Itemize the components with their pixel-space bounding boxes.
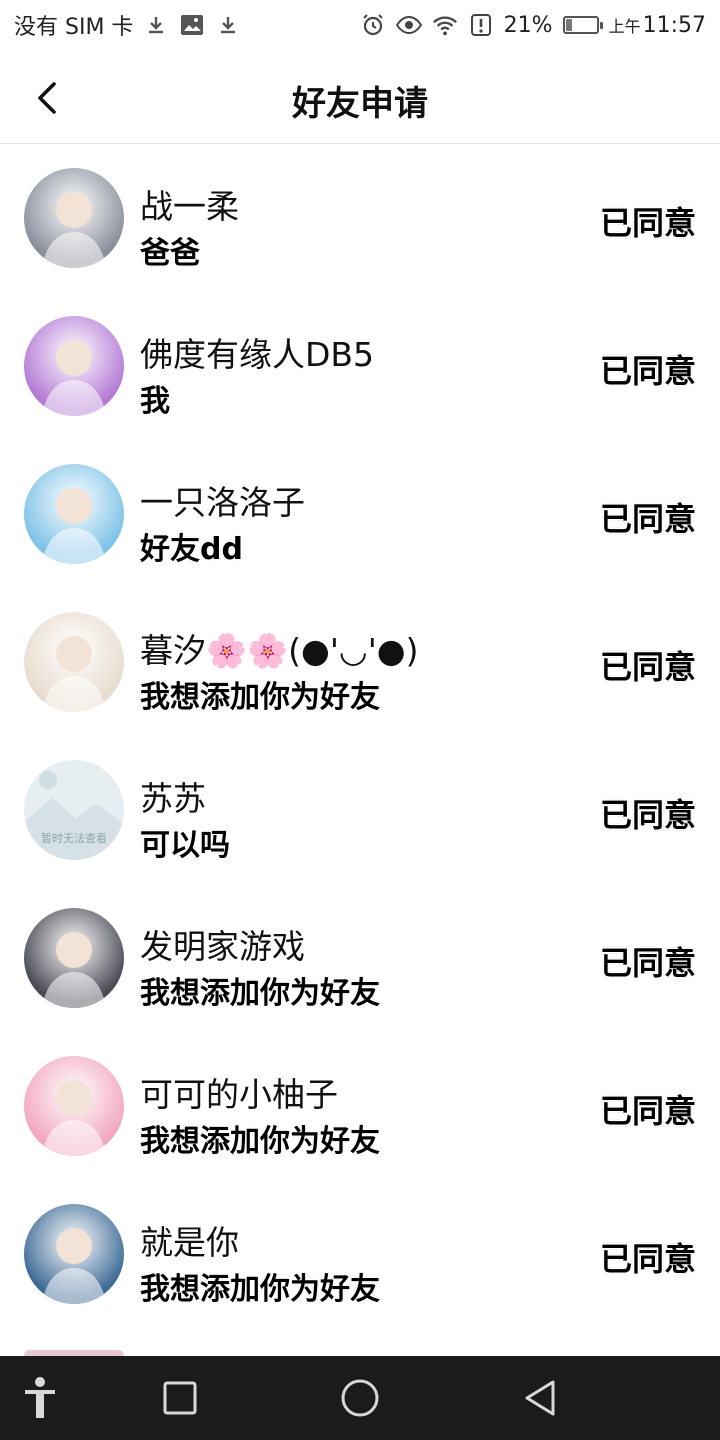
download-icon xyxy=(143,12,169,38)
home-icon xyxy=(341,1379,379,1417)
status-bar-right: 21% 上午11:57 xyxy=(360,12,706,38)
accepted-status: 已同意 xyxy=(599,944,696,982)
requester-name: 战一柔 xyxy=(140,187,239,226)
alert-icon xyxy=(468,12,494,38)
avatar-placeholder-text: 暂时无法查看 xyxy=(41,832,107,845)
requester-name: 一只洛洛子 xyxy=(140,483,305,522)
accepted-status: 已同意 xyxy=(599,648,696,686)
nav-back-button[interactable] xyxy=(514,1372,566,1424)
accepted-status: 已同意 xyxy=(599,352,696,390)
request-message: 我想添加你为好友 xyxy=(140,1124,380,1159)
page-title: 好友申请 xyxy=(292,84,428,124)
recents-icon xyxy=(163,1381,197,1415)
request-message: 我想添加你为好友 xyxy=(140,1272,380,1307)
accepted-status: 已同意 xyxy=(599,500,696,538)
friend-request-row[interactable]: 发明家游戏我想添加你为好友 已同意 xyxy=(0,884,720,1032)
avatar[interactable] xyxy=(24,1204,124,1304)
battery-percent: 21% xyxy=(503,12,553,38)
requester-name: 发明家游戏 xyxy=(140,927,305,966)
header-bar: 好友申请 xyxy=(0,50,720,144)
accessibility-button[interactable] xyxy=(14,1372,66,1424)
avatar[interactable] xyxy=(24,316,124,416)
avatar[interactable] xyxy=(24,464,124,564)
status-bar: 没有 SIM 卡 21% 上午11:57 xyxy=(0,0,720,50)
avatar[interactable] xyxy=(24,612,124,712)
avatar-image xyxy=(42,1080,106,1156)
accepted-status: 已同意 xyxy=(599,796,696,834)
status-bar-left: 没有 SIM 卡 xyxy=(14,9,241,41)
friend-request-list[interactable]: 战一柔 爸爸 已同意 佛度有缘人DB5 我已同意 一只洛洛子 好友dd 已同意 暮汐🌸🌸(●'◡… xyxy=(0,144,720,1328)
avatar[interactable]: 暂时无法查看 xyxy=(24,760,124,860)
friend-request-row[interactable]: 战一柔爸爸 已同意 xyxy=(0,144,720,292)
friend-request-row[interactable]: 暂时无法查看 苏苏可以吗 已同意 xyxy=(0,736,720,884)
clock: 上午11:57 xyxy=(609,13,706,38)
avatar-image xyxy=(42,636,106,712)
eye-icon xyxy=(395,12,422,38)
request-message: 我想添加你为好友 xyxy=(140,976,380,1011)
avatar-image xyxy=(42,488,106,564)
alarm-icon xyxy=(360,12,386,38)
avatar-image xyxy=(42,1228,106,1304)
screen: 没有 SIM 卡 21% 上午11:57 好友申请 战一柔 爸爸 已同意 佛度有… xyxy=(0,0,720,1440)
recents-button[interactable] xyxy=(154,1372,206,1424)
battery-level xyxy=(565,19,573,31)
home-button[interactable] xyxy=(334,1372,386,1424)
avatar-image xyxy=(42,932,106,1008)
system-nav-bar xyxy=(0,1356,720,1440)
accepted-status: 已同意 xyxy=(599,1240,696,1278)
accepted-status: 已同意 xyxy=(599,204,696,242)
avatar-image xyxy=(42,192,106,268)
avatar[interactable] xyxy=(24,168,124,268)
accepted-status: 已同意 xyxy=(599,1092,696,1130)
request-message: 可以吗 xyxy=(140,828,230,863)
avatar[interactable] xyxy=(24,908,124,1008)
friend-request-row[interactable]: 一只洛洛子好友dd 已同意 xyxy=(0,440,720,588)
request-message: 好友dd xyxy=(140,532,243,567)
requester-name: 就是你 xyxy=(140,1223,239,1262)
friend-request-row[interactable]: 可可的小柚子我想添加你为好友 已同意 xyxy=(0,1032,720,1180)
request-message: 爸爸 xyxy=(140,236,200,271)
requester-name: 佛度有缘人DB5 xyxy=(140,335,375,374)
carrier-text: 没有 SIM 卡 xyxy=(14,15,134,40)
avatar-image xyxy=(42,340,106,416)
friend-request-row[interactable]: 就是你我想添加你为好友 已同意 xyxy=(0,1180,720,1328)
wifi-icon xyxy=(432,12,458,38)
request-message: 我 xyxy=(140,384,170,419)
accessibility-icon xyxy=(25,1377,55,1418)
back-icon xyxy=(525,1380,555,1416)
avatar[interactable] xyxy=(24,1056,124,1156)
requester-name: 可可的小柚子 xyxy=(140,1075,338,1114)
download-icon xyxy=(215,12,241,38)
request-message: 我想添加你为好友 xyxy=(140,680,380,715)
friend-request-row[interactable]: 佛度有缘人DB5 我 已同意 xyxy=(0,292,720,440)
time-text: 11:57 xyxy=(642,12,706,38)
time-prefix: 上午 xyxy=(608,16,641,36)
requester-name: 暮汐🌸🌸(●'◡'●) xyxy=(140,631,419,670)
requester-name: 苏苏 xyxy=(140,779,206,818)
battery-icon xyxy=(562,16,603,34)
image-icon xyxy=(179,12,205,38)
friend-request-row[interactable]: 暮汐🌸🌸(●'◡'●) 我想添加你为好友 已同意 xyxy=(0,588,720,736)
